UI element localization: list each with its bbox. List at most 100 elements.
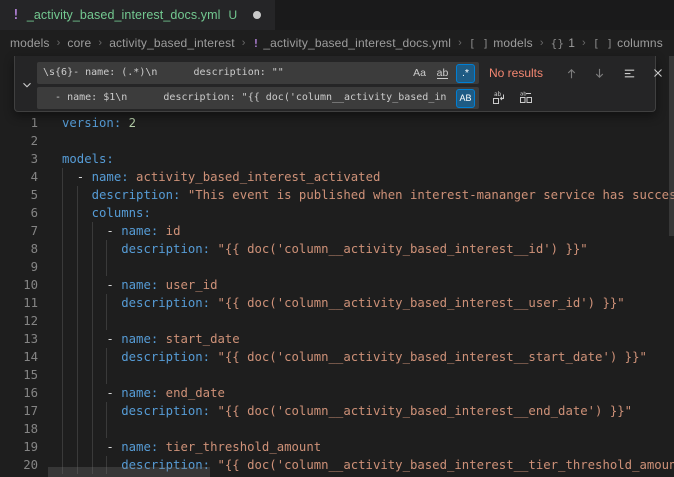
replace-all-button[interactable]: ab <box>516 88 536 108</box>
code-line[interactable]: 16 - name: end_date <box>0 384 674 402</box>
line-number: 5 <box>0 186 38 204</box>
code-line[interactable]: 10 - name: user_id <box>0 276 674 294</box>
indent-guide <box>92 222 93 240</box>
indent-guide <box>62 222 63 240</box>
breadcrumb-item[interactable]: {}1 <box>551 36 575 50</box>
indent-guide <box>77 438 78 456</box>
line-number: 10 <box>0 276 38 294</box>
code-line[interactable]: 3 models: <box>0 150 674 168</box>
code-line-text: - name: id <box>62 222 180 240</box>
breadcrumb-item[interactable]: !_activity_based_interest_docs.yml <box>253 36 452 50</box>
indent-guide <box>77 276 78 294</box>
line-number: 20 <box>0 456 38 474</box>
code-line-text: description: "{{ doc('column__activity_b… <box>62 240 588 258</box>
replace-value-text: - name: $1\n description: "{{ doc('colum… <box>43 87 446 109</box>
code-line[interactable]: 5 description: "This event is published … <box>0 186 674 204</box>
previous-match-button[interactable] <box>561 63 581 83</box>
find-replace-widget: \s{6}- name: (.*)\n description: "" Aa a… <box>14 56 656 112</box>
replace-button[interactable]: ab <box>489 88 509 108</box>
whole-word-toggle[interactable]: ab <box>433 64 452 83</box>
code-line[interactable]: 11 description: "{{ doc('column__activit… <box>0 294 674 312</box>
arrow-down-icon <box>592 66 607 81</box>
match-case-toggle[interactable]: Aa <box>410 64 429 83</box>
breadcrumb-item[interactable]: models <box>10 36 50 50</box>
code-line[interactable]: 19 - name: tier_threshold_amount <box>0 438 674 456</box>
find-input[interactable]: \s{6}- name: (.*)\n description: "" Aa a… <box>37 62 479 84</box>
code-line-text: description: "This event is published wh… <box>62 186 674 204</box>
code-line[interactable]: 14 description: "{{ doc('column__activit… <box>0 348 674 366</box>
line-number: 9 <box>0 258 38 276</box>
indent-guide <box>62 402 63 420</box>
indent-guide <box>77 240 78 258</box>
code-line[interactable]: 12 <box>0 312 674 330</box>
vertical-scrollbar[interactable] <box>669 56 674 236</box>
indent-guide <box>106 294 107 312</box>
code-line-text: - name: activity_based_interest_activate… <box>62 168 380 186</box>
code-line[interactable]: 1version: 2 <box>0 114 674 132</box>
yaml-file-icon: ! <box>12 8 20 23</box>
regex-toggle[interactable]: .* <box>456 64 475 83</box>
indent-guide <box>62 348 63 366</box>
code-line-text: columns: <box>62 204 151 222</box>
editor-pane[interactable]: 1version: 223models:4 - name: activity_b… <box>0 56 674 477</box>
code-line-text: description: "{{ doc('column__activity_b… <box>62 348 647 366</box>
tab-activity-based-interest-docs[interactable]: ! _activity_based_interest_docs.yml U <box>0 0 275 30</box>
horizontal-scrollbar[interactable] <box>48 467 210 477</box>
arrow-up-icon <box>564 66 579 81</box>
code-line[interactable]: 2 <box>0 132 674 150</box>
indent-guide <box>62 330 63 348</box>
indent-guide <box>62 258 63 276</box>
indent-guide <box>92 348 93 366</box>
breadcrumb-label: activity_based_interest <box>109 36 235 50</box>
breadcrumb-label: 1 <box>568 36 575 50</box>
indent-guide <box>106 420 107 438</box>
indent-guide <box>77 312 78 330</box>
code-line[interactable]: 9 <box>0 258 674 276</box>
indent-guide <box>92 240 93 258</box>
indent-guide <box>92 420 93 438</box>
line-number: 7 <box>0 222 38 240</box>
code-line-text: description: "{{ doc('column__activity_b… <box>62 402 632 420</box>
indent-guide <box>77 384 78 402</box>
code-area[interactable]: 1version: 223models:4 - name: activity_b… <box>0 114 674 474</box>
indent-guide <box>62 438 63 456</box>
preserve-case-toggle[interactable]: AB <box>456 89 475 108</box>
line-number: 4 <box>0 168 38 186</box>
breadcrumb-item[interactable]: [ ]models <box>469 36 533 50</box>
code-line-text: description: "{{ doc('column__activity_b… <box>62 294 625 312</box>
line-number: 3 <box>0 150 38 168</box>
indent-guide <box>62 420 63 438</box>
code-line[interactable]: 4 - name: activity_based_interest_activa… <box>0 168 674 186</box>
code-line-text: models: <box>62 150 114 168</box>
indent-guide <box>106 240 107 258</box>
close-find-button[interactable] <box>648 63 668 83</box>
chevron-down-icon <box>20 78 34 92</box>
indent-guide <box>92 312 93 330</box>
breadcrumb-separator-icon: › <box>458 37 462 49</box>
code-line[interactable]: 8 description: "{{ doc('column__activity… <box>0 240 674 258</box>
code-line[interactable]: 15 <box>0 366 674 384</box>
breadcrumb-item[interactable]: [ ]columns <box>593 36 663 50</box>
close-icon <box>651 66 665 80</box>
line-number: 12 <box>0 312 38 330</box>
indent-guide <box>62 240 63 258</box>
code-line[interactable]: 17 description: "{{ doc('column__activit… <box>0 402 674 420</box>
code-line[interactable]: 7 - name: id <box>0 222 674 240</box>
breadcrumb-separator-icon: › <box>98 37 102 49</box>
replace-input[interactable]: - name: $1\n description: "{{ doc('colum… <box>37 87 479 109</box>
indent-guide <box>92 438 93 456</box>
code-line-text: - name: end_date <box>62 384 225 402</box>
breadcrumb-item[interactable]: activity_based_interest <box>109 36 235 50</box>
modified-dot-icon[interactable] <box>253 11 261 19</box>
indent-guide <box>77 294 78 312</box>
code-line[interactable]: 18 <box>0 420 674 438</box>
indent-guide <box>92 330 93 348</box>
breadcrumb-item[interactable]: core <box>67 36 91 50</box>
next-match-button[interactable] <box>589 63 609 83</box>
indent-guide <box>62 204 63 222</box>
indent-guide <box>106 348 107 366</box>
find-in-selection-button[interactable] <box>619 63 639 83</box>
code-line[interactable]: 6 columns: <box>0 204 674 222</box>
code-line[interactable]: 13 - name: start_date <box>0 330 674 348</box>
toggle-replace-chevron[interactable] <box>18 76 36 94</box>
